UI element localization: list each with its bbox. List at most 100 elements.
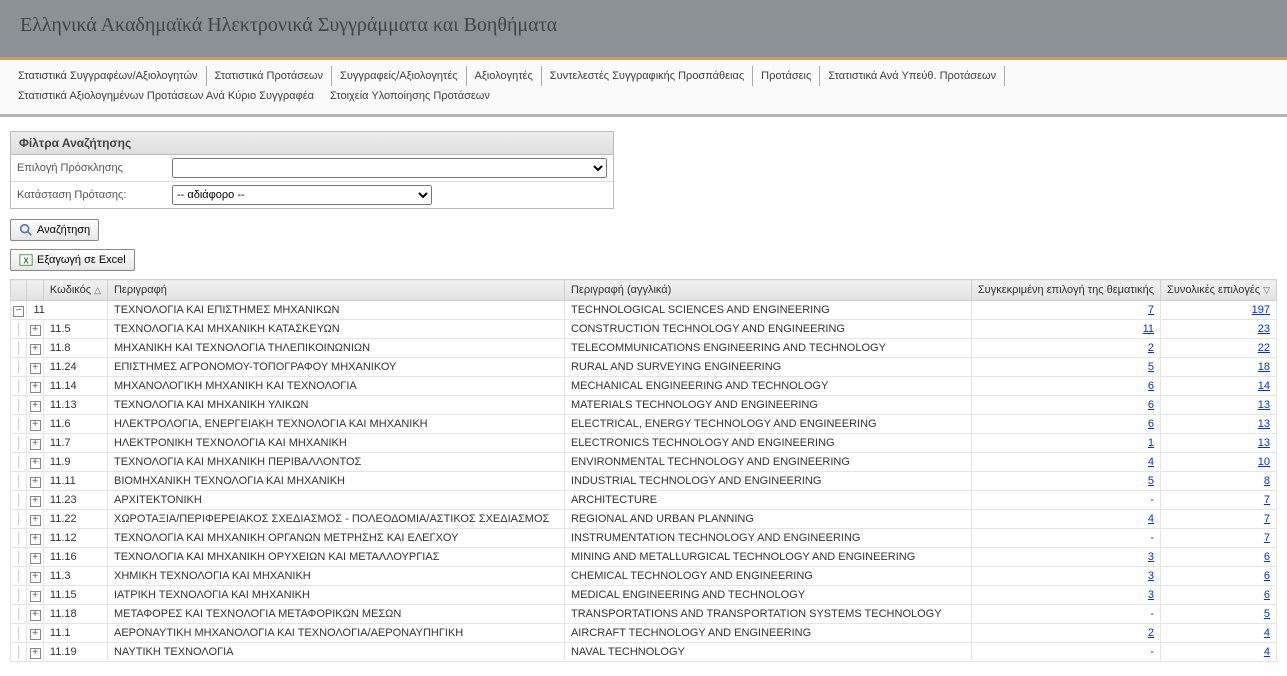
expand-icon[interactable]: + — [30, 629, 41, 640]
invitation-select[interactable] — [172, 158, 607, 178]
grid-cell-link[interactable]: 11 — [1143, 323, 1154, 335]
grid-cell-link[interactable]: 18 — [1258, 361, 1270, 373]
grid-cell-code: 11.18 — [43, 605, 107, 624]
menu-item-4[interactable]: Συντελεστές Συγγραφικής Προσπάθειας — [542, 66, 753, 86]
expand-icon[interactable]: + — [30, 591, 41, 602]
expand-icon[interactable]: + — [30, 477, 41, 488]
menu-item-8[interactable]: Στοιχεία Υλοποίησης Προτάσεων — [322, 86, 498, 106]
grid-cell-desc: ΒΙΟΜΗΧΑΝΙΚΗ ΤΕΧΝΟΛΟΓΙΑ ΚΑΙ ΜΗΧΑΝΙΚΗ — [107, 472, 564, 491]
table-row: │+11.9ΤΕΧΝΟΛΟΓΙΑ ΚΑΙ ΜΗΧΑΝΙΚΗ ΠΕΡΙΒΑΛΛΟΝ… — [11, 453, 1277, 472]
page-title: Ελληνικά Ακαδημαϊκά Ηλεκτρονικά Συγγράμμ… — [20, 14, 1267, 37]
search-button[interactable]: Αναζήτηση — [10, 219, 99, 241]
collapse-icon[interactable]: − — [13, 306, 24, 317]
grid-header-specific[interactable]: Συγκεκριμένη επιλογή της θεματικής — [971, 280, 1160, 301]
grid-cell-link[interactable]: 7 — [1264, 513, 1270, 525]
grid-cell-link[interactable]: 3 — [1148, 589, 1154, 601]
expand-icon[interactable]: + — [30, 382, 41, 393]
menu-item-5[interactable]: Προτάσεις — [753, 66, 820, 86]
grid-cell-link[interactable]: 6 — [1148, 380, 1154, 392]
grid-cell-code: 11.13 — [43, 396, 107, 415]
expand-icon[interactable]: + — [30, 458, 41, 469]
grid-header-desc-en[interactable]: Περιγραφή (αγγλικά) — [564, 280, 971, 301]
grid-cell-link[interactable]: 4 — [1148, 513, 1154, 525]
grid-cell-desc-en: ENVIRONMENTAL TECHNOLOGY AND ENGINEERING — [564, 453, 971, 472]
grid-cell-link[interactable]: 8 — [1264, 475, 1270, 487]
grid-cell-link[interactable]: 6 — [1148, 399, 1154, 411]
app-header: Ελληνικά Ακαδημαϊκά Ηλεκτρονικά Συγγράμμ… — [0, 0, 1287, 57]
grid-cell-link[interactable]: 2 — [1148, 342, 1154, 354]
menu-item-2[interactable]: Συγγραφείς/Αξιολογητές — [332, 66, 467, 86]
grid-cell-link[interactable]: 3 — [1148, 570, 1154, 582]
expand-icon[interactable]: + — [30, 496, 41, 507]
grid-cell-link[interactable]: 7 — [1148, 304, 1154, 316]
grid-cell-link[interactable]: 4 — [1264, 627, 1270, 639]
grid-header-code[interactable]: Κωδικός△ — [43, 280, 107, 301]
table-row: │+11.13ΤΕΧΝΟΛΟΓΙΑ ΚΑΙ ΜΗΧΑΝΙΚΗ ΥΛΙΚΩΝMAT… — [11, 396, 1277, 415]
grid-cell-link[interactable]: 6 — [1148, 418, 1154, 430]
grid-cell-link[interactable]: 4 — [1148, 456, 1154, 468]
grid-cell-code: 11.7 — [43, 434, 107, 453]
expand-icon[interactable]: + — [30, 325, 41, 336]
grid-cell-link[interactable]: 7 — [1264, 532, 1270, 544]
menu-item-0[interactable]: Στατιστικά Συγγραφέων/Αξιολογητών — [10, 66, 207, 86]
menu-item-3[interactable]: Αξιολογητές — [467, 66, 542, 86]
grid-cell-link[interactable]: 13 — [1258, 399, 1270, 411]
expand-icon[interactable]: + — [30, 439, 41, 450]
grid-cell-link[interactable]: 197 — [1252, 304, 1270, 316]
grid-cell-link[interactable]: 10 — [1258, 456, 1270, 468]
grid-cell-link[interactable]: 6 — [1264, 570, 1270, 582]
grid-cell-desc: ΙΑΤΡΙΚΗ ΤΕΧΝΟΛΟΓΙΑ ΚΑΙ ΜΗΧΑΝΙΚΗ — [107, 586, 564, 605]
expand-icon[interactable]: + — [30, 344, 41, 355]
grid-cell-link[interactable]: 5 — [1148, 361, 1154, 373]
grid-cell-desc-en: AIRCRAFT TECHNOLOGY AND ENGINEERING — [564, 624, 971, 643]
menu-item-1[interactable]: Στατιστικά Προτάσεων — [207, 66, 332, 86]
grid-cell-desc: ΧΩΡΟΤΑΞΙΑ/ΠΕΡΙΦΕΡΕΙΑΚΟΣ ΣΧΕΔΙΑΣΜΟΣ - ΠΟΛ… — [107, 510, 564, 529]
grid-cell-desc-en: ARCHITECTURE — [564, 491, 971, 510]
grid-cell-link[interactable]: 6 — [1264, 551, 1270, 563]
grid-cell-link[interactable]: 6 — [1264, 589, 1270, 601]
grid-cell-link[interactable]: 3 — [1148, 551, 1154, 563]
grid-cell-desc: ΧΗΜΙΚΗ ΤΕΧΝΟΛΟΓΙΑ ΚΑΙ ΜΗΧΑΝΙΚΗ — [107, 567, 564, 586]
grid-cell-link[interactable]: 14 — [1258, 380, 1270, 392]
expand-icon[interactable]: + — [30, 401, 41, 412]
grid-cell-link[interactable]: 1 — [1148, 437, 1154, 449]
grid-cell-link[interactable]: 22 — [1258, 342, 1270, 354]
invitation-label: Επιλογή Πρόσκλησης — [17, 162, 172, 174]
grid-header-total[interactable]: Συνολικές επιλογές▽ — [1161, 280, 1277, 301]
export-excel-button[interactable]: X Εξαγωγή σε Excel — [10, 249, 135, 271]
table-row: │+11.22ΧΩΡΟΤΑΞΙΑ/ΠΕΡΙΦΕΡΕΙΑΚΟΣ ΣΧΕΔΙΑΣΜΟ… — [11, 510, 1277, 529]
expand-icon[interactable]: + — [30, 553, 41, 564]
expand-icon[interactable]: + — [30, 515, 41, 526]
grid-cell-link[interactable]: 13 — [1258, 437, 1270, 449]
status-select[interactable]: -- αδιάφορο -- — [172, 185, 432, 205]
grid-cell-link[interactable]: 5 — [1148, 475, 1154, 487]
grid-header-desc[interactable]: Περιγραφή — [107, 280, 564, 301]
grid-cell-link[interactable]: 5 — [1264, 608, 1270, 620]
svg-text:X: X — [23, 257, 29, 266]
expand-icon[interactable]: + — [30, 420, 41, 431]
expand-icon[interactable]: + — [30, 534, 41, 545]
grid-cell-link[interactable]: 13 — [1258, 418, 1270, 430]
grid-cell-value-empty: - — [971, 605, 1160, 624]
grid-cell-link[interactable]: 4 — [1264, 646, 1270, 658]
grid-cell-desc-en: NAVAL TECHNOLOGY — [564, 643, 971, 662]
menu-item-7[interactable]: Στατιστικά Αξιολογημένων Προτάσεων Ανά Κ… — [10, 86, 322, 106]
grid-cell-desc-en: MINING AND METALLURGICAL TECHNOLOGY AND … — [564, 548, 971, 567]
grid-cell-link[interactable]: 2 — [1148, 627, 1154, 639]
expand-icon[interactable]: + — [30, 648, 41, 659]
sort-desc-icon: ▽ — [1260, 285, 1270, 295]
expand-icon[interactable]: + — [30, 363, 41, 374]
grid-cell-desc: ΕΠΙΣΤΗΜΕΣ ΑΓΡΟΝΟΜΟΥ-ΤΟΠΟΓΡΑΦΟΥ ΜΗΧΑΝΙΚΟΥ — [107, 358, 564, 377]
grid-cell-desc-en: RURAL AND SURVEYING ENGINEERING — [564, 358, 971, 377]
grid-cell-link[interactable]: 23 — [1258, 323, 1270, 335]
search-button-label: Αναζήτηση — [37, 224, 90, 236]
menu-item-6[interactable]: Στατιστικά Ανά Υπεύθ. Προτάσεων — [820, 66, 1005, 86]
expand-icon[interactable]: + — [30, 610, 41, 621]
menu-bar: Στατιστικά Συγγραφέων/ΑξιολογητώνΣτατιστ… — [0, 57, 1287, 117]
grid-cell-code: 11 — [27, 301, 108, 320]
grid-cell-link[interactable]: 7 — [1264, 494, 1270, 506]
grid-cell-desc: ΤΕΧΝΟΛΟΓΙΑ ΚΑΙ ΕΠΙΣΤΗΜΕΣ ΜΗΧΑΝΙΚΩΝ — [107, 301, 564, 320]
grid-cell-code: 11.14 — [43, 377, 107, 396]
grid-cell-value-empty: - — [971, 491, 1160, 510]
expand-icon[interactable]: + — [30, 572, 41, 583]
